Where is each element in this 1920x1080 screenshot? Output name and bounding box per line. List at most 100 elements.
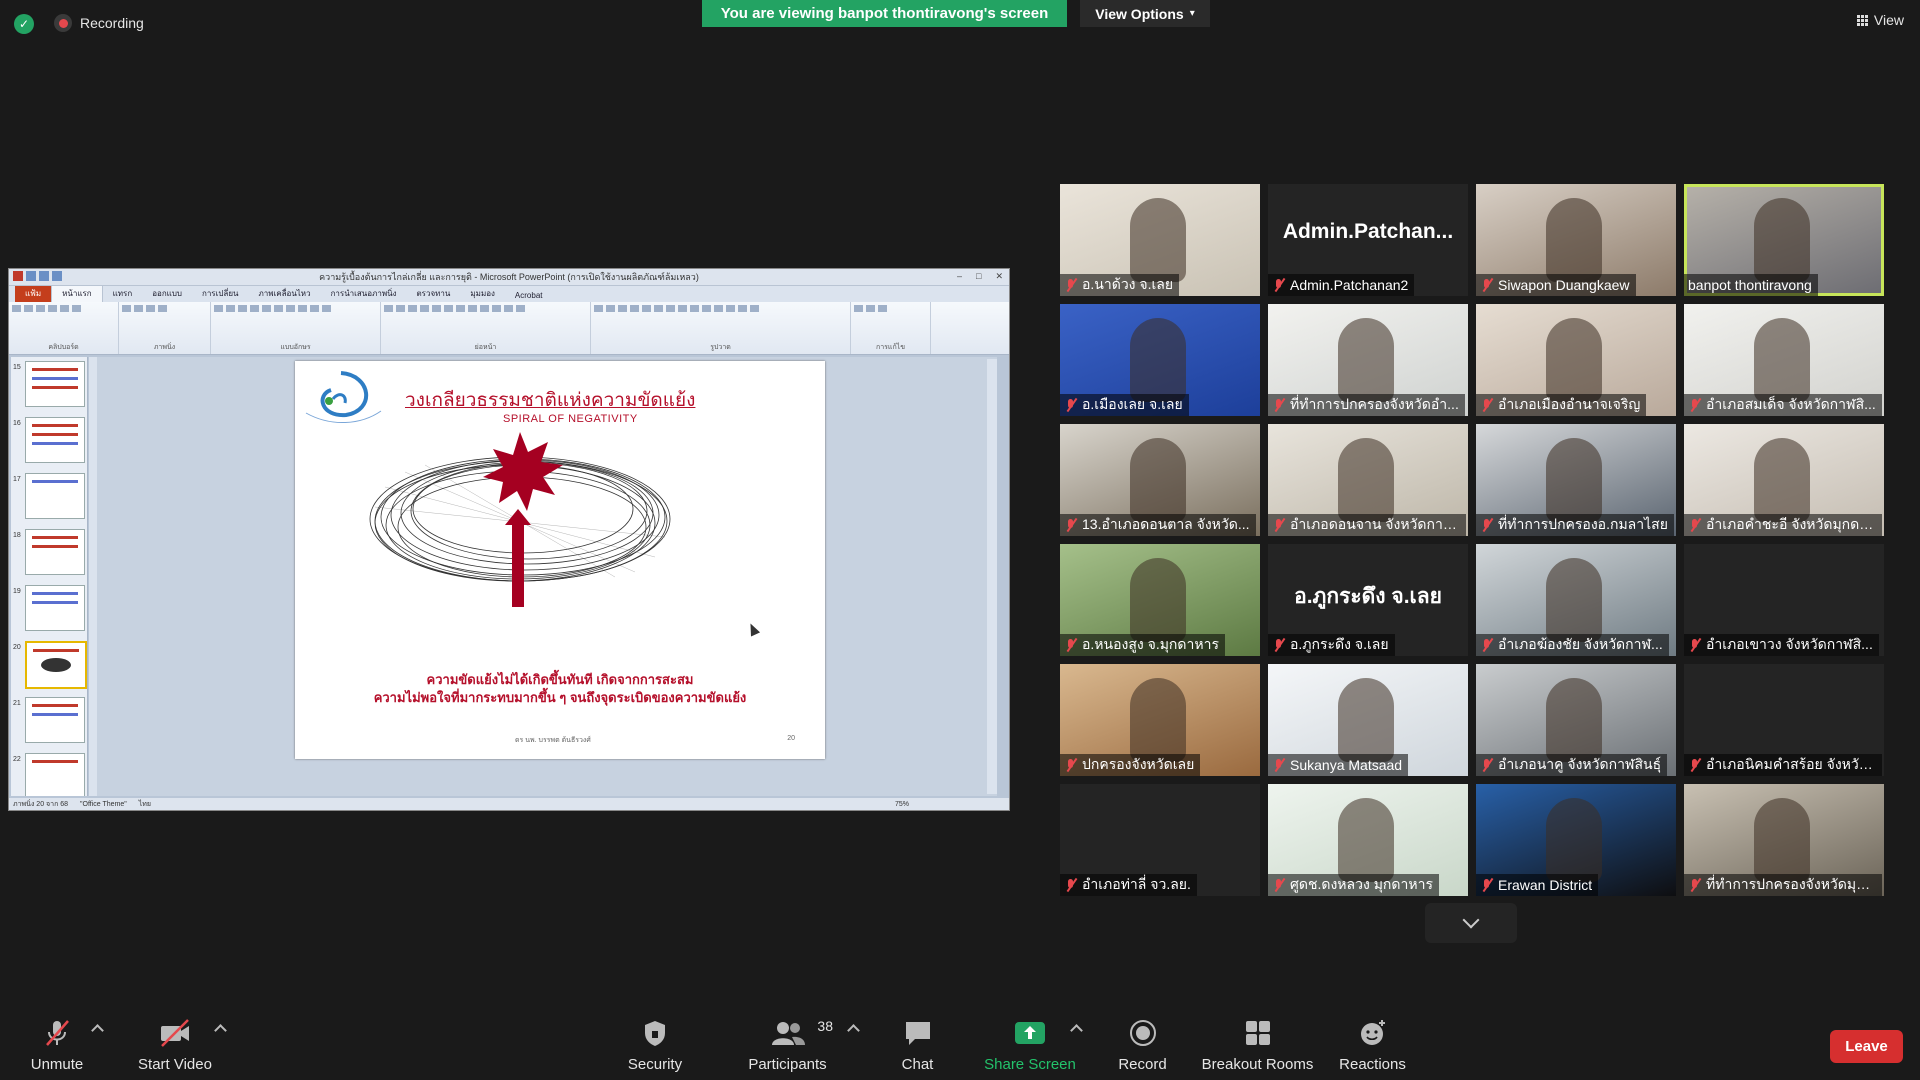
participant-name: Siwapon Duangkaew	[1498, 277, 1630, 293]
recording-label: Recording	[80, 15, 144, 31]
slide-thumbnail: 16	[11, 417, 87, 469]
participant-tile[interactable]: อำเภอฆ้องชัย จังหวัดกาฬ...	[1476, 544, 1676, 656]
participant-tile[interactable]: 13.อำเภอดอนตาล จังหวัด...	[1060, 424, 1260, 536]
participant-tile[interactable]: อำเภอท่าลี่ จว.ลย.	[1060, 784, 1260, 896]
reactions-button[interactable]: Reactions	[1335, 1018, 1410, 1073]
participant-video	[1130, 558, 1186, 642]
muted-mic-icon	[1480, 877, 1494, 893]
participant-tile[interactable]: อำเภอดอนจาน จังหวัดกาฬ...	[1268, 424, 1468, 536]
participant-tile[interactable]: ที่ทำการปกครองจังหวัดอำ...	[1268, 304, 1468, 416]
ppt-ribbon-group: การแก้ไข	[851, 302, 931, 354]
participant-name: ศูดช.ดงหลวง มุกดาหาร	[1290, 876, 1433, 892]
muted-mic-icon	[1272, 397, 1286, 413]
audio-options-caret-icon[interactable]	[91, 1024, 104, 1037]
muted-mic-icon	[1480, 757, 1494, 773]
participant-tile[interactable]: อำเภอนาคู จังหวัดกาฬสินธุ์	[1476, 664, 1676, 776]
participant-tile[interactable]: อ.นาด้วง จ.เลย	[1060, 184, 1260, 296]
participant-tile[interactable]: ศูดช.ดงหลวง มุกดาหาร	[1268, 784, 1468, 896]
record-label: Record	[1118, 1056, 1167, 1073]
security-button[interactable]: Security	[620, 1018, 690, 1073]
participant-name: อำเภอท่าลี่ จว.ลย.	[1082, 876, 1191, 892]
participant-tile[interactable]: Sukanya Matsaad	[1268, 664, 1468, 776]
start-video-button[interactable]: Start Video	[130, 1018, 220, 1073]
ppt-ribbon-group-label: รูปวาด	[710, 344, 731, 351]
participants-caret-icon[interactable]	[847, 1024, 860, 1037]
shared-screen[interactable]: ความรู้เบื้องต้นการไกล่เกลี่ย และการยุติ…	[8, 268, 1010, 811]
encryption-shield-icon[interactable]: ✓	[14, 14, 34, 34]
ppt-ribbon: คลิปบอร์ด ภาพนิ่ง แบบอักษร ย่อหน้า รูปวา…	[9, 302, 1009, 355]
participants-button[interactable]: 38 Participants	[740, 1018, 835, 1073]
participant-tile[interactable]: ที่ทำการปกครองอ.กมลาไสย	[1476, 424, 1676, 536]
breakout-rooms-label: Breakout Rooms	[1201, 1056, 1314, 1073]
participant-tile[interactable]: อำเภอสมเด็จ จังหวัดกาฬสิ...	[1684, 304, 1884, 416]
chevron-down-icon	[1462, 911, 1480, 929]
participant-name: อำเภอนาคู จังหวัดกาฬสินธุ์	[1498, 756, 1662, 772]
participant-tile[interactable]: Siwapon Duangkaew	[1476, 184, 1676, 296]
close-icon: ✕	[995, 271, 1003, 281]
participant-tile[interactable]: อำเภอคำชะอี จังหวัดมุกดา...	[1684, 424, 1884, 536]
participant-name-tag: อ.เมืองเลย จ.เลย	[1060, 394, 1189, 416]
participant-name-tag: อำเภอเขาวง จังหวัดกาฬสิ...	[1684, 634, 1879, 656]
participant-name: อ.หนองสูง จ.มุกดาหาร	[1082, 636, 1219, 652]
ppt-tab: แฟ้ม	[15, 285, 52, 302]
participant-name: ปกครองจังหวัดเลย	[1082, 756, 1195, 772]
leave-button[interactable]: Leave	[1830, 1030, 1903, 1063]
participant-video	[1338, 678, 1394, 762]
muted-mic-icon	[1688, 757, 1702, 773]
record-button[interactable]: Record	[1110, 1018, 1175, 1073]
participant-name: อำเภอเขาวง จังหวัดกาฬสิ...	[1706, 636, 1873, 652]
participant-tile[interactable]: banpot thontiravong	[1684, 184, 1884, 296]
recording-indicator[interactable]: Recording	[54, 14, 144, 32]
record-icon	[1110, 1018, 1175, 1048]
video-off-icon	[130, 1018, 220, 1048]
view-options-label: View Options	[1095, 5, 1184, 22]
participant-tile[interactable]: อ.เมืองเลย จ.เลย	[1060, 304, 1260, 416]
ppt-tab: การนำเสนอภาพนิ่ง	[330, 289, 397, 298]
thumb-number: 20	[13, 644, 21, 651]
participant-tile[interactable]: Erawan District	[1476, 784, 1676, 896]
ppt-titlebar: ความรู้เบื้องต้นการไกล่เกลี่ย และการยุติ…	[9, 269, 1009, 286]
muted-mic-icon	[1688, 397, 1702, 413]
unmute-button[interactable]: Unmute	[22, 1018, 92, 1073]
view-layout-button[interactable]: View	[1856, 12, 1904, 28]
grid-view-icon	[1856, 14, 1868, 26]
view-label: View	[1873, 12, 1904, 28]
participant-name-tag: ปกครองจังหวัดเลย	[1060, 754, 1201, 776]
participant-name: อำเภอฆ้องชัย จังหวัดกาฬ...	[1498, 636, 1663, 652]
muted-mic-icon	[1064, 517, 1078, 533]
start-video-label: Start Video	[138, 1056, 212, 1073]
participant-video	[1754, 318, 1810, 402]
participant-tile[interactable]: อ.หนองสูง จ.มุกดาหาร	[1060, 544, 1260, 656]
muted-mic-icon	[1480, 397, 1494, 413]
participant-name-tag: Erawan District	[1476, 874, 1599, 896]
participants-icon: 38	[740, 1018, 835, 1048]
participant-tile[interactable]: อำเภอนิคมคำสร้อย จังหวัด...	[1684, 664, 1884, 776]
view-options-button[interactable]: View Options ▾	[1080, 0, 1210, 27]
participants-label: Participants	[748, 1056, 827, 1073]
share-screen-label: Share Screen	[984, 1056, 1076, 1073]
participant-display-name: Admin.Patchan...	[1282, 220, 1454, 243]
meeting-toolbar: Unmute Start Video Security 38 Participa…	[0, 1004, 1920, 1080]
participant-name: Sukanya Matsaad	[1290, 757, 1403, 773]
participant-tile[interactable]: อ.ภูกระดึง จ.เลย อ.ภูกระดึง จ.เลย	[1268, 544, 1468, 656]
participant-tile[interactable]: ที่ทำการปกครองจังหวัดมุก...	[1684, 784, 1884, 896]
redo-icon	[52, 271, 62, 281]
participant-tile[interactable]: อำเภอเขาวง จังหวัดกาฬสิ...	[1684, 544, 1884, 656]
participant-tile[interactable]: Admin.Patchan... Admin.Patchanan2	[1268, 184, 1468, 296]
ppt-ribbon-group-label: การแก้ไข	[876, 344, 905, 351]
participant-tile[interactable]: อำเภอเมืองอำนาจเจริญ	[1476, 304, 1676, 416]
muted-mic-icon	[1272, 637, 1286, 653]
participant-tile[interactable]: ปกครองจังหวัดเลย	[1060, 664, 1260, 776]
ppt-tab: มุมมอง	[470, 289, 495, 298]
share-screen-button[interactable]: Share Screen	[980, 1018, 1080, 1073]
breakout-rooms-icon	[1200, 1018, 1315, 1048]
thumb-number: 21	[13, 700, 21, 707]
chat-button[interactable]: Chat	[885, 1018, 950, 1073]
slide-thumbnail-active: 20	[11, 641, 87, 693]
breakout-rooms-button[interactable]: Breakout Rooms	[1200, 1018, 1315, 1073]
more-participants-button[interactable]	[1425, 903, 1517, 943]
participant-video	[1546, 198, 1602, 282]
thumb-number: 17	[13, 476, 21, 483]
slide-page-number: 20	[787, 735, 795, 742]
current-slide: วงเกลียวธรรมชาติแห่งความขัดแย้ง SPIRAL O…	[295, 361, 825, 759]
